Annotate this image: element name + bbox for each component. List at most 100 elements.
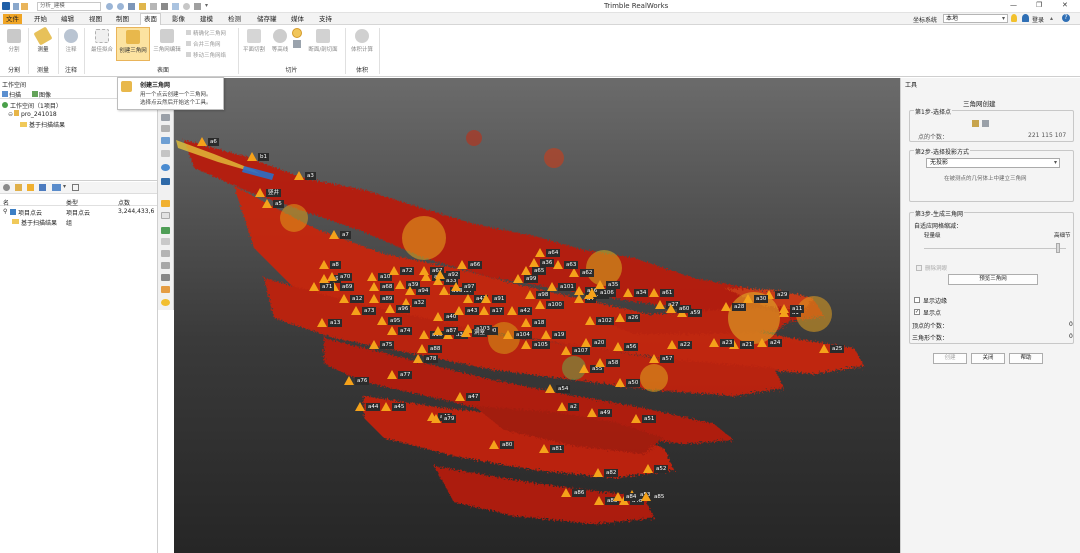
zoom-icon[interactable] bbox=[3, 184, 10, 191]
target-marker-icon[interactable] bbox=[547, 282, 557, 291]
help-icon[interactable]: ? bbox=[1062, 14, 1070, 22]
filter-icon[interactable] bbox=[161, 238, 170, 245]
point-cloud-viewport[interactable]: a1a2a3a4a5a6a7a8a9a10a11a12a13a14a15a16a… bbox=[174, 78, 900, 553]
measure-icon[interactable] bbox=[139, 3, 146, 10]
login-link[interactable]: 登录 bbox=[1032, 15, 1044, 24]
section-tool-icon[interactable] bbox=[292, 28, 302, 38]
target-marker-icon[interactable] bbox=[535, 300, 545, 309]
contour-button[interactable]: 等高线 bbox=[268, 27, 292, 61]
target-marker-icon[interactable] bbox=[513, 274, 523, 283]
target-marker-icon[interactable] bbox=[819, 344, 829, 353]
target-marker-icon[interactable] bbox=[643, 464, 653, 473]
pan-icon[interactable] bbox=[161, 114, 170, 121]
table-row[interactable]: ⚲ 项目点云 项目点云 3,244,433,6 bbox=[0, 207, 157, 217]
target-marker-icon[interactable] bbox=[317, 318, 327, 327]
target-marker-icon[interactable] bbox=[381, 402, 391, 411]
sphere-icon[interactable] bbox=[161, 164, 170, 171]
chevron-down-icon[interactable]: ▾ bbox=[63, 183, 66, 190]
folder-up-icon[interactable] bbox=[15, 184, 22, 191]
target-marker-icon[interactable] bbox=[779, 304, 789, 313]
menu-file[interactable]: 文件 bbox=[3, 14, 22, 24]
target-marker-icon[interactable] bbox=[395, 280, 405, 289]
app-icon[interactable] bbox=[2, 2, 10, 10]
target-marker-icon[interactable] bbox=[649, 288, 659, 297]
menu-home[interactable]: 开始 bbox=[31, 14, 50, 24]
target-marker-icon[interactable] bbox=[255, 188, 265, 197]
target-marker-icon[interactable] bbox=[377, 316, 387, 325]
tab-scan[interactable]: 扫描 bbox=[2, 90, 21, 99]
split-button[interactable]: 分割 bbox=[3, 27, 25, 61]
rotate-icon[interactable] bbox=[161, 125, 170, 132]
pick-clear-icon[interactable] bbox=[982, 120, 989, 127]
lock-icon[interactable] bbox=[161, 274, 170, 281]
target-marker-icon[interactable] bbox=[613, 342, 623, 351]
target-marker-icon[interactable] bbox=[431, 414, 441, 423]
target-marker-icon[interactable] bbox=[553, 260, 563, 269]
target-marker-icon[interactable] bbox=[387, 326, 397, 335]
target-marker-icon[interactable] bbox=[433, 312, 443, 321]
target-marker-icon[interactable] bbox=[327, 272, 337, 281]
target-marker-icon[interactable] bbox=[655, 300, 665, 309]
target-marker-icon[interactable] bbox=[503, 330, 513, 339]
close-tool-button[interactable]: 关闭 bbox=[971, 353, 1005, 364]
redo-icon[interactable] bbox=[117, 3, 124, 10]
target-marker-icon[interactable] bbox=[667, 340, 677, 349]
fine-mesh-button[interactable]: 精确化三角网 bbox=[186, 30, 226, 37]
target-marker-icon[interactable] bbox=[615, 378, 625, 387]
target-marker-icon[interactable] bbox=[479, 306, 489, 315]
undo-icon[interactable] bbox=[106, 3, 113, 10]
cube-icon[interactable] bbox=[161, 178, 170, 185]
target-marker-icon[interactable] bbox=[455, 392, 465, 401]
merge-mesh-button[interactable]: 合并三角网 bbox=[186, 41, 221, 48]
menu-image[interactable]: 影像 bbox=[169, 14, 188, 24]
dropdown-icon[interactable]: ▾ bbox=[205, 2, 208, 9]
target-marker-icon[interactable] bbox=[521, 340, 531, 349]
target-marker-icon[interactable] bbox=[666, 304, 676, 313]
target-marker-icon[interactable] bbox=[587, 288, 597, 297]
target-marker-icon[interactable] bbox=[541, 330, 551, 339]
show-points-checkbox[interactable]: ✓ bbox=[914, 309, 920, 315]
tree-root[interactable]: 工作空间（1项目） bbox=[2, 101, 62, 110]
target-marker-icon[interactable] bbox=[507, 306, 517, 315]
target-marker-icon[interactable] bbox=[262, 199, 272, 208]
mesh-edit-button[interactable]: 三角网编辑 bbox=[151, 27, 183, 61]
quick-select-box[interactable]: 分析_建模 bbox=[37, 2, 101, 11]
cloud-icon[interactable] bbox=[183, 3, 190, 10]
target-marker-icon[interactable] bbox=[369, 294, 379, 303]
target-marker-icon[interactable] bbox=[389, 266, 399, 275]
list-icon[interactable] bbox=[39, 184, 46, 191]
target-marker-icon[interactable] bbox=[367, 272, 377, 281]
target-marker-icon[interactable] bbox=[385, 304, 395, 313]
target-marker-icon[interactable] bbox=[623, 288, 633, 297]
save-icon[interactable] bbox=[128, 3, 135, 10]
target-marker-icon[interactable] bbox=[585, 316, 595, 325]
target-marker-icon[interactable] bbox=[405, 286, 415, 295]
menu-tank[interactable]: 储存罐 bbox=[254, 14, 280, 24]
target-marker-icon[interactable] bbox=[451, 282, 461, 291]
target-marker-icon[interactable] bbox=[413, 354, 423, 363]
light-icon[interactable] bbox=[161, 299, 170, 306]
target-marker-icon[interactable] bbox=[463, 294, 473, 303]
best-fit-button[interactable]: 最佳拟合 bbox=[88, 27, 116, 61]
target-marker-icon[interactable] bbox=[595, 358, 605, 367]
magnify-icon[interactable] bbox=[161, 262, 170, 269]
target-marker-icon[interactable] bbox=[709, 338, 719, 347]
ribbon-collapse-icon[interactable]: ▴ bbox=[1050, 15, 1053, 22]
target-marker-icon[interactable] bbox=[247, 152, 257, 161]
target-marker-icon[interactable] bbox=[435, 270, 445, 279]
filter-icon[interactable] bbox=[72, 184, 79, 191]
detail-slider[interactable] bbox=[924, 248, 1066, 249]
target-marker-icon[interactable] bbox=[369, 282, 379, 291]
target-marker-icon[interactable] bbox=[593, 468, 603, 477]
help-button[interactable]: 帮助 bbox=[1009, 353, 1043, 364]
target-marker-icon[interactable] bbox=[574, 294, 584, 303]
target-marker-icon[interactable] bbox=[649, 354, 659, 363]
target-marker-icon[interactable] bbox=[419, 266, 429, 275]
projection-select[interactable]: 无投影 ▾ bbox=[926, 158, 1060, 168]
target-marker-icon[interactable] bbox=[417, 344, 427, 353]
menu-support[interactable]: 支持 bbox=[316, 14, 335, 24]
warning-icon[interactable] bbox=[161, 200, 170, 207]
target-marker-icon[interactable] bbox=[743, 294, 753, 303]
target-marker-icon[interactable] bbox=[319, 260, 329, 269]
tree-scan-results[interactable]: 基于扫描结果 bbox=[20, 120, 65, 129]
